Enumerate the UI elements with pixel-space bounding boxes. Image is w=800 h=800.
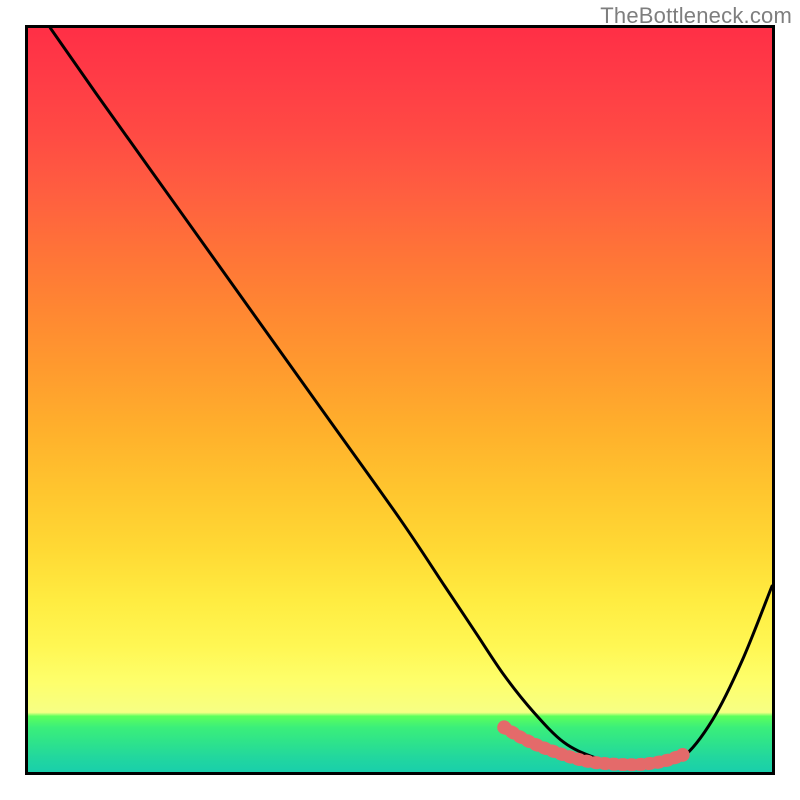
optimal-band-endpoint [676, 748, 690, 762]
chart-svg [28, 28, 772, 772]
optimal-band-path [497, 720, 689, 764]
chart-area [25, 25, 775, 775]
curve-path [50, 28, 772, 765]
optimal-band-endpoint [497, 720, 511, 734]
optimal-band-line [504, 727, 683, 764]
curve-line [50, 28, 772, 765]
watermark-text: TheBottleneck.com [600, 3, 792, 29]
